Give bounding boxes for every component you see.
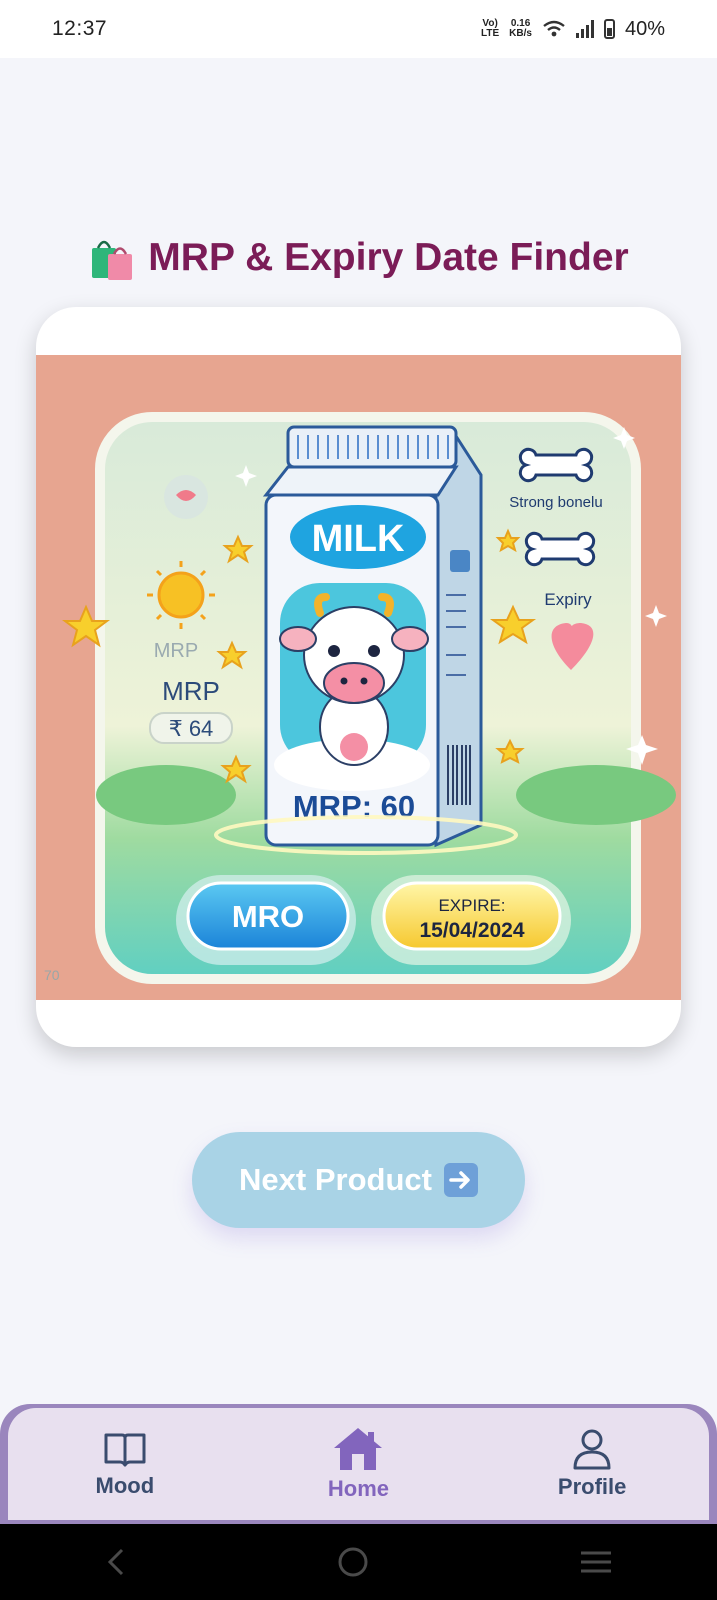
status-indicators: Vo) LTE 0.16 KB/s 40% bbox=[481, 18, 665, 41]
nav-label-mood: Mood bbox=[95, 1473, 155, 1498]
user-icon bbox=[573, 1429, 611, 1470]
battery-percent: 40% bbox=[624, 17, 665, 40]
bottom-nav-bar: Mood Home Profile bbox=[8, 1408, 709, 1520]
volte-indicator: Vo) LTE bbox=[481, 19, 499, 39]
expire-date-text: 15/04/2024 bbox=[419, 919, 524, 942]
expire-label-text: EXPIRE: bbox=[438, 896, 505, 915]
page-title-text: MRP & Expiry Date Finder bbox=[148, 236, 629, 279]
lte-label: LTE bbox=[481, 28, 500, 39]
mrp-text: MRP bbox=[162, 676, 220, 706]
status-bar: 12:37 Vo) LTE 0.16 KB/s 40% bbox=[0, 0, 717, 58]
page-title: MRP & Expiry Date Finder bbox=[0, 234, 717, 282]
nav-label-profile: Profile bbox=[557, 1474, 627, 1499]
recents-menu-icon[interactable] bbox=[579, 1547, 613, 1577]
next-product-button[interactable]: Next Product bbox=[192, 1132, 525, 1228]
battery-icon bbox=[603, 19, 615, 39]
mro-button-text: MRO bbox=[232, 899, 304, 934]
right-arrow-icon bbox=[443, 1163, 478, 1197]
nav-item-home[interactable]: Home bbox=[268, 1426, 448, 1502]
milk-label: MILK bbox=[312, 518, 405, 560]
book-icon bbox=[104, 1433, 146, 1467]
nav-item-mood[interactable]: Mood bbox=[35, 1429, 215, 1499]
signal-icon bbox=[575, 20, 594, 38]
system-nav-bar bbox=[0, 1524, 717, 1600]
expiry-side-text: Expiry bbox=[544, 590, 592, 609]
shopping-bags-icon bbox=[92, 240, 133, 280]
corner-text: 70 bbox=[44, 967, 60, 983]
nav-label-home: Home bbox=[327, 1476, 390, 1501]
home-circle-icon[interactable] bbox=[336, 1545, 370, 1579]
wifi-icon bbox=[543, 20, 565, 37]
home-icon bbox=[334, 1428, 383, 1470]
status-time: 12:37 bbox=[52, 17, 108, 40]
rupee-price-text: ₹ 64 bbox=[169, 716, 214, 741]
product-image: Strong bonelu Expiry MRP MRP ₹ 64 MILK M… bbox=[36, 355, 681, 1000]
nav-item-profile[interactable]: Profile bbox=[502, 1428, 682, 1500]
mrp-faded-text: MRP bbox=[154, 640, 198, 662]
bottom-nav: Mood Home Profile bbox=[0, 1404, 717, 1524]
next-product-label: Next Product bbox=[239, 1162, 432, 1197]
strong-bones-text: Strong bonelu bbox=[509, 494, 602, 511]
network-speed: 0.16 KB/s bbox=[509, 19, 532, 39]
speed-unit: KB/s bbox=[509, 28, 532, 39]
back-icon[interactable] bbox=[104, 1547, 128, 1577]
product-card: Strong bonelu Expiry MRP MRP ₹ 64 MILK M… bbox=[36, 307, 681, 1047]
